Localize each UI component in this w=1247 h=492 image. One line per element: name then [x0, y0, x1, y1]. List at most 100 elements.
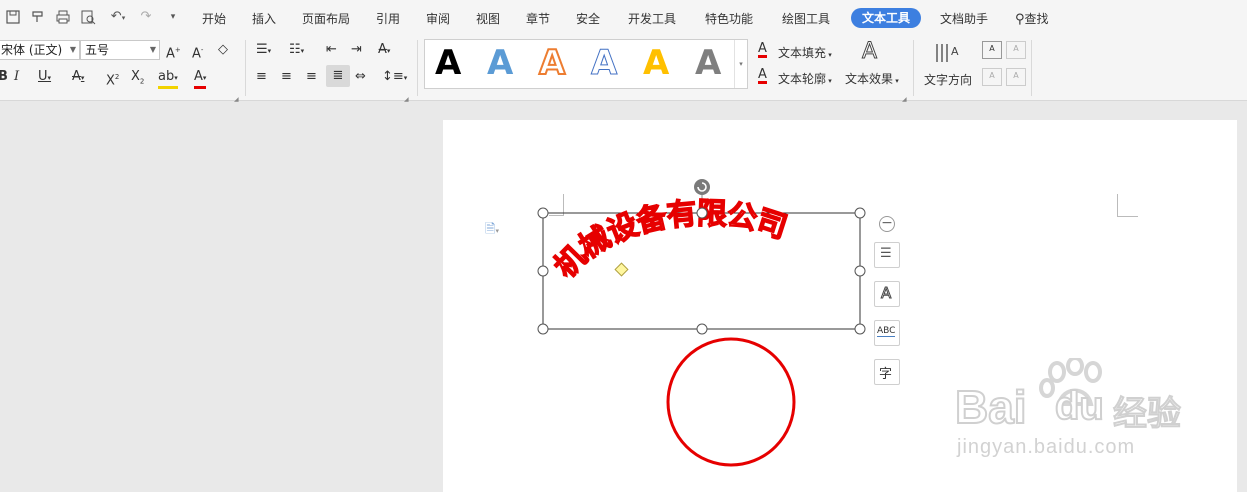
wordart-style-gallery[interactable]: A A A A A A ▾ — [424, 39, 748, 89]
rotate-handle[interactable] — [694, 179, 710, 195]
subscript-icon[interactable]: X2 — [131, 69, 144, 90]
tab-references[interactable]: 引用 — [376, 10, 400, 27]
font-color-icon[interactable]: A▾ — [194, 69, 207, 89]
tab-page-layout[interactable]: 页面布局 — [302, 10, 350, 27]
resize-handle-ne[interactable] — [854, 207, 866, 219]
bullet-list-icon[interactable]: ☰▾ — [256, 42, 271, 59]
chevron-down-icon: ▼ — [149, 45, 156, 54]
strikethrough-icon[interactable]: A▾ — [72, 69, 84, 86]
menu-bar: ↶▾ ↷ ▾ 开始 插入 页面布局 引用 审阅 视图 章节 安全 开发工具 特色… — [0, 0, 1247, 36]
resize-handle-nw[interactable] — [537, 207, 549, 219]
document-page[interactable]: 🗎▾ 机械设备有限公司 − ☰ A ABC 字 Bai du 经验 jingya… — [443, 120, 1237, 492]
tab-chapter[interactable]: 章节 — [526, 10, 550, 27]
font-size-select[interactable]: 五号 ▼ — [80, 40, 160, 60]
layout-options-button[interactable]: ☰ — [874, 242, 900, 268]
text-effect-button[interactable]: 文本效果 ▾ — [845, 70, 899, 87]
increase-indent-icon[interactable]: ⇥ — [351, 42, 362, 58]
divider — [1031, 40, 1032, 96]
tab-text-tools[interactable]: 文本工具 — [851, 8, 922, 28]
justify-icon[interactable]: ≣ — [326, 65, 350, 87]
style-orange-outline[interactable]: A — [538, 42, 566, 84]
wordart-icon: A — [880, 284, 892, 303]
tab-drawing-tools[interactable]: 绘图工具 — [782, 10, 830, 27]
wordart-selection[interactable]: 机械设备有限公司 — [533, 175, 873, 335]
redo-icon[interactable]: ↷ — [138, 9, 154, 25]
red-circle-shape[interactable] — [665, 336, 797, 468]
divider — [417, 40, 418, 96]
tab-view[interactable]: 视图 — [476, 10, 500, 27]
wrap-text-icon: ☰ — [880, 246, 892, 261]
text-effect-icon[interactable]: A — [861, 39, 877, 64]
divider — [245, 40, 246, 96]
format-painter-icon[interactable] — [30, 9, 46, 25]
undo-icon[interactable]: ↶▾ — [106, 9, 130, 25]
gallery-more-icon[interactable]: ▾ — [734, 40, 747, 88]
style-blue[interactable]: A — [487, 43, 513, 83]
collapse-toolbar-icon[interactable]: − — [879, 216, 895, 232]
resize-handle-n[interactable] — [696, 207, 708, 219]
resize-handle-sw[interactable] — [537, 323, 549, 335]
dialog-launcher-icon[interactable]: ◢ — [902, 92, 907, 108]
resize-handle-w[interactable] — [537, 265, 549, 277]
text-direction-icon[interactable]: A — [934, 42, 962, 69]
search-icon: ⚲ — [1015, 12, 1025, 27]
textbox-next-icon[interactable]: A — [1006, 68, 1026, 86]
resize-handle-e[interactable] — [854, 265, 866, 277]
text-direction-rotate-icon[interactable]: A̶▾ — [378, 42, 390, 59]
underline-icon[interactable]: U▾ — [38, 69, 51, 86]
italic-icon[interactable]: I — [14, 69, 19, 85]
chevron-down-icon: ▼ — [69, 45, 76, 54]
save-icon[interactable] — [5, 9, 21, 25]
text-outline-icon[interactable]: A — [758, 68, 767, 84]
textbox-link-icon[interactable]: A — [982, 41, 1002, 59]
resize-handle-s[interactable] — [696, 323, 708, 335]
print-preview-icon[interactable] — [80, 9, 96, 25]
align-right-icon[interactable]: ≡ — [306, 69, 317, 85]
arc-wordart-text[interactable]: 机械设备有限公司 — [547, 196, 792, 286]
style-blue-outline[interactable]: A — [590, 43, 617, 84]
adjust-handle[interactable] — [614, 262, 629, 277]
textbox-prev-icon[interactable]: A — [982, 68, 1002, 86]
customize-toolbar-icon[interactable]: ▾ — [165, 9, 181, 25]
style-gray[interactable]: A — [695, 43, 721, 83]
align-left-icon[interactable]: ≡ — [256, 69, 267, 85]
tab-start[interactable]: 开始 — [202, 10, 226, 27]
style-gold[interactable]: A — [643, 43, 669, 83]
distributed-icon[interactable]: ⇔ — [355, 69, 366, 85]
tab-developer[interactable]: 开发工具 — [628, 10, 676, 27]
decrease-indent-icon[interactable]: ⇤ — [326, 42, 337, 58]
text-fill-button[interactable]: 文本填充 ▾ — [778, 44, 832, 61]
dialog-launcher-icon[interactable]: ◢ — [234, 92, 239, 108]
highlight-icon[interactable]: ab▾ — [158, 69, 178, 89]
resize-handle-se[interactable] — [854, 323, 866, 335]
text-outline-button[interactable]: 文本轮廓 ▾ — [778, 70, 832, 87]
search-button[interactable]: ⚲查找 — [1015, 10, 1049, 27]
numbered-list-icon[interactable]: ☷▾ — [289, 42, 304, 59]
clear-format-icon[interactable]: ◇ — [218, 42, 228, 58]
align-center-icon[interactable]: ≡ — [281, 69, 292, 85]
shrink-font-icon[interactable]: A- — [192, 42, 203, 62]
dialog-launcher-icon[interactable]: ◢ — [404, 92, 409, 108]
spell-check-button[interactable]: ABC — [874, 320, 900, 346]
margin-corner — [1117, 194, 1138, 217]
text-direction-button[interactable]: 文字方向 — [924, 71, 972, 88]
abc-icon: ABC — [877, 326, 896, 337]
style-black[interactable]: A — [435, 43, 461, 83]
text-format-button[interactable]: 字 — [874, 359, 900, 385]
tab-features[interactable]: 特色功能 — [705, 10, 753, 27]
text-fill-icon[interactable]: A — [758, 42, 767, 58]
font-name-select[interactable]: 宋体 (正文) ▼ — [0, 40, 80, 60]
paragraph-layout-icon[interactable]: 🗎▾ — [485, 220, 499, 242]
grow-font-icon[interactable]: A+ — [166, 42, 181, 62]
print-icon[interactable] — [55, 9, 71, 25]
bold-icon[interactable]: B — [0, 69, 8, 85]
superscript-icon[interactable]: X2 — [106, 69, 119, 89]
textbox-unlink-icon[interactable]: A — [1006, 41, 1026, 59]
svg-text:A: A — [951, 45, 959, 58]
tab-doc-assistant[interactable]: 文档助手 — [940, 10, 988, 27]
tab-security[interactable]: 安全 — [576, 10, 600, 27]
tab-insert[interactable]: 插入 — [252, 10, 276, 27]
line-spacing-icon[interactable]: ↕≡▾ — [382, 69, 407, 86]
wordart-style-button[interactable]: A — [874, 281, 900, 307]
tab-review[interactable]: 审阅 — [426, 10, 450, 27]
